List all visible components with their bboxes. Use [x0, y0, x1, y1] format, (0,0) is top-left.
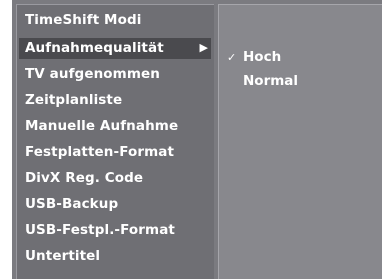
menu-item-label: USB-Festpl.-Format: [25, 222, 175, 238]
menu-item-label: Manuelle Aufnahme: [25, 118, 179, 134]
menu-item-label: TimeShift Modi: [25, 12, 142, 28]
menu-item-usb-festpl-format[interactable]: USB-Festpl.-Format: [17, 217, 214, 243]
menu-item-label: Aufnahmequalität: [25, 40, 164, 56]
menu-item-label: Untertitel: [25, 248, 101, 264]
main-menu-panel: TimeShift Modi Aufnahmequalität ▶ TV auf…: [16, 4, 214, 279]
menu-item-zeitplanliste[interactable]: Zeitplanliste: [17, 87, 214, 113]
menu-item-label: Zeitplanliste: [25, 92, 123, 108]
menu-item-timeshift-modi[interactable]: TimeShift Modi: [17, 5, 214, 35]
submenu-option-normal[interactable]: Normal: [219, 69, 382, 93]
menu-item-label: DivX Reg. Code: [25, 170, 144, 186]
menu-item-label: Festplatten-Format: [25, 144, 175, 160]
main-menu-list: TimeShift Modi Aufnahmequalität ▶ TV auf…: [17, 5, 214, 269]
menu-item-label: USB-Backup: [25, 196, 119, 212]
menu-item-untertitel[interactable]: Untertitel: [17, 243, 214, 269]
osd-menu: TimeShift Modi Aufnahmequalität ▶ TV auf…: [12, 0, 382, 279]
checkmark-icon: ✓: [227, 51, 237, 64]
submenu-option-label: Normal: [243, 73, 299, 89]
submenu-panel: ✓ Hoch Normal: [218, 4, 382, 279]
menu-item-usb-backup[interactable]: USB-Backup: [17, 191, 214, 217]
menu-item-tv-aufgenommen[interactable]: TV aufgenommen: [17, 61, 214, 87]
submenu-list: ✓ Hoch Normal: [219, 5, 382, 93]
submenu-option-label: Hoch: [243, 49, 282, 65]
menu-item-aufnahmequalitaet[interactable]: Aufnahmequalität ▶: [17, 35, 214, 61]
menu-item-festplatten-format[interactable]: Festplatten-Format: [17, 139, 214, 165]
submenu-arrow-icon: ▶: [199, 41, 208, 54]
submenu-option-hoch[interactable]: ✓ Hoch: [219, 45, 382, 69]
menu-item-manuelle-aufnahme[interactable]: Manuelle Aufnahme: [17, 113, 214, 139]
menu-item-divx-reg-code[interactable]: DivX Reg. Code: [17, 165, 214, 191]
menu-item-label: TV aufgenommen: [25, 66, 160, 82]
